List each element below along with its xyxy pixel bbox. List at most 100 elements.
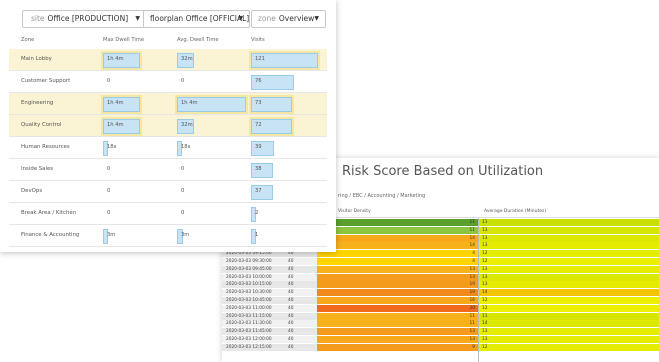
zone-name: Quality Control	[21, 122, 62, 128]
duration-cell: 13	[479, 336, 659, 343]
duration-value: 14	[482, 290, 488, 296]
density-cell: 13	[317, 273, 478, 281]
cell-value: 32m	[181, 56, 193, 62]
cell-value: 38	[255, 166, 262, 172]
timestamp: 2020-03-03 09:45:00	[226, 266, 272, 272]
max-dwell-cell: 0	[103, 71, 110, 92]
row-count: 40	[288, 305, 294, 311]
duration-cell: 13	[479, 281, 659, 289]
zone-select[interactable]: zone Overview ▼	[251, 10, 326, 28]
visitor-density-header: Visitor Density	[338, 209, 371, 214]
cell-value: 37	[255, 188, 262, 194]
density-cell: 13	[317, 328, 478, 336]
breadcrumb[interactable]: ring / EBC / Accounting / Marketing	[338, 193, 425, 199]
visits-column-header[interactable]: Visits	[251, 37, 265, 49]
duration-cell: 14	[479, 289, 659, 297]
zone-column-header[interactable]: Zone	[21, 37, 34, 49]
density-value: 14	[469, 235, 475, 241]
floorplan-select[interactable]: floorplan Office [OFFICIAL] ▼	[143, 10, 250, 28]
cell-value: 3m	[181, 232, 190, 238]
cell-value: 1h 4m	[107, 56, 124, 62]
timestamp: 2020-03-03 11:30:00	[226, 321, 272, 327]
visits-cell: 2	[251, 203, 258, 224]
duration-value: 13	[482, 243, 488, 249]
duration-cell: 12	[479, 343, 659, 351]
density-cell: 11	[317, 320, 478, 328]
timestamp: 2020-03-03 11:00:00	[226, 305, 272, 311]
table-row[interactable]: Main Lobby 1h 4m 32m 121	[9, 49, 327, 71]
max-dwell-cell: 0	[103, 181, 110, 202]
cell-value: 121	[255, 56, 265, 62]
risk-row: 2020-03-03 10:45:00 40 16 12	[222, 297, 659, 304]
table-row[interactable]: Engineering 1h 4m 1h 4m 73	[9, 93, 327, 115]
cell-value: 0	[107, 166, 111, 172]
max-dwell-cell: 0	[103, 159, 110, 180]
duration-value: 12	[482, 259, 488, 264]
visits-cell: 121	[251, 49, 318, 70]
site-select[interactable]: site Office [PRODUCTION] ▼	[22, 10, 147, 28]
density-cell: 13	[317, 336, 478, 343]
table-row[interactable]: Customer Support 0 0 76	[9, 71, 327, 93]
row-count: 40	[288, 344, 294, 350]
table-row[interactable]: Human Resources 18s 18s 39	[9, 137, 327, 159]
density-cell: 19	[317, 289, 478, 297]
avg-dwell-cell: 1h 4m	[177, 93, 246, 114]
zone-overview-panel: site Office [PRODUCTION] ▼ floorplan Offi…	[0, 0, 336, 252]
zone-name: Customer Support	[21, 78, 71, 84]
row-count: 40	[288, 259, 294, 264]
duration-value: 11	[482, 220, 488, 225]
site-select-label: site	[31, 14, 45, 23]
cell-value: 0	[107, 78, 111, 84]
row-count: 40	[288, 329, 294, 335]
risk-row: 2020-03-03 11:00:00 40 20 12	[222, 304, 659, 312]
duration-value: 13	[482, 337, 488, 342]
density-value: 11	[469, 321, 475, 327]
duration-cell: 12	[479, 297, 659, 304]
duration-cell: 13	[479, 328, 659, 336]
table-row[interactable]: DevOps 0 0 37	[9, 181, 327, 203]
table-row[interactable]: Break Area / Kitchen 0 0 2	[9, 203, 327, 225]
table-row[interactable]: Finance & Accounting 3m 3m 1	[9, 225, 327, 247]
cell-value: 0	[181, 188, 185, 194]
avg-dwell-column-header[interactable]: Avg. Dwell Time	[177, 37, 219, 49]
zone-name: Human Resources	[21, 144, 70, 150]
zone-name: Engineering	[21, 100, 54, 106]
density-value: 19	[469, 282, 475, 288]
duration-value: 13	[482, 266, 488, 272]
max-dwell-column-header[interactable]: Max Dwell Time	[103, 37, 144, 49]
floorplan-select-value: floorplan Office [OFFICIAL]	[150, 14, 250, 23]
risk-row: 2020-03-03 12:00:00 40 13 13	[222, 336, 659, 343]
density-value: 11	[469, 220, 475, 225]
density-cell: 19	[317, 281, 478, 289]
duration-cell: 11	[479, 312, 659, 320]
zone-select-value: Overview	[278, 14, 315, 23]
density-cell: 13	[317, 265, 478, 273]
duration-cell: 13	[479, 273, 659, 281]
duration-cell: 12	[479, 304, 659, 312]
max-dwell-cell: 3m	[103, 225, 115, 246]
duration-value: 13	[482, 282, 488, 288]
density-cell: 11	[317, 219, 478, 226]
duration-value: 13	[482, 274, 488, 280]
density-value: 20	[469, 305, 475, 311]
table-row[interactable]: Quality Control 1h 4m 32m 72	[9, 115, 327, 137]
timestamp: 2020-03-03 11:45:00	[226, 329, 272, 335]
cell-value: 72	[255, 122, 262, 128]
row-count: 40	[288, 274, 294, 280]
max-dwell-cell: 18s	[103, 137, 116, 158]
zone-name: Inside Sales	[21, 166, 54, 172]
visits-cell: 1	[251, 225, 258, 246]
filter-bar: site Office [PRODUCTION] ▼ floorplan Offi…	[0, 0, 336, 30]
timestamp: 2020-03-03 10:00:00	[226, 274, 272, 280]
density-value: 13	[469, 274, 475, 280]
duration-cell: 13	[479, 242, 659, 250]
duration-value: 13	[482, 235, 488, 241]
density-value: 11	[469, 313, 475, 319]
density-value: 11	[469, 227, 475, 233]
density-value: 19	[469, 290, 475, 296]
density-cell: 11	[317, 226, 478, 234]
cell-value: 18s	[181, 144, 191, 150]
table-row[interactable]: Inside Sales 0 0 38	[9, 159, 327, 181]
risk-row: 2020-03-03 09:45:00 40 13 13	[222, 265, 659, 273]
timestamp: 2020-03-03 10:30:00	[226, 290, 272, 296]
